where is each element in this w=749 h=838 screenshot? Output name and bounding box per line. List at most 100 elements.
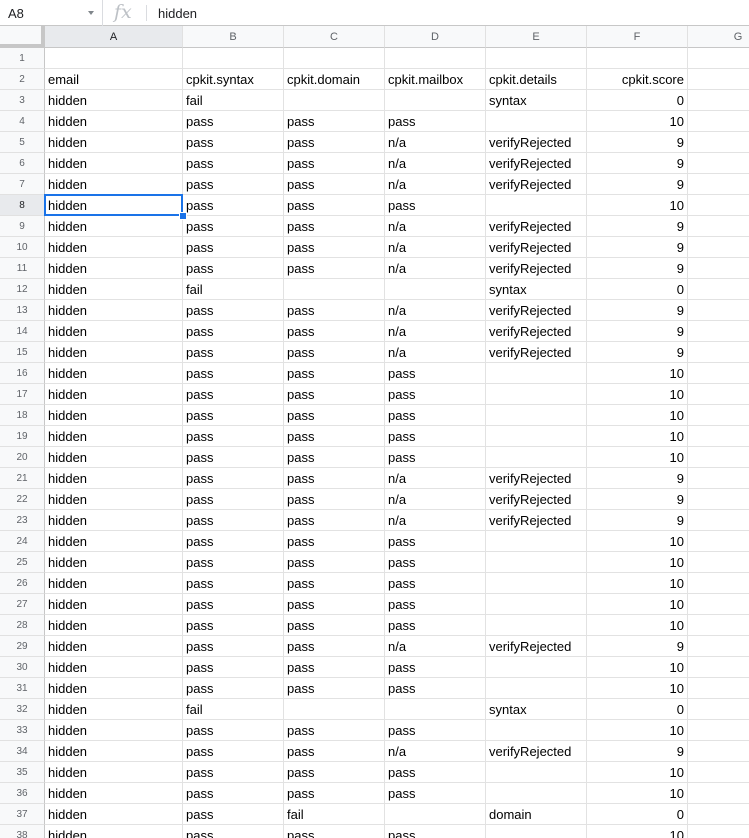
cell-a23[interactable]: hidden — [45, 510, 183, 531]
cell-g33[interactable] — [688, 720, 749, 741]
row-header[interactable]: 10 — [0, 237, 45, 258]
cell-b13[interactable]: pass — [183, 300, 284, 321]
cell-c27[interactable]: pass — [284, 594, 385, 615]
chevron-down-icon[interactable] — [88, 11, 94, 15]
row-header[interactable]: 13 — [0, 300, 45, 321]
row-header[interactable]: 21 — [0, 468, 45, 489]
cell-e35[interactable] — [486, 762, 587, 783]
cell-b6[interactable]: pass — [183, 153, 284, 174]
cell-e20[interactable] — [486, 447, 587, 468]
row-header[interactable]: 19 — [0, 426, 45, 447]
cell-c4[interactable]: pass — [284, 111, 385, 132]
cell-b22[interactable]: pass — [183, 489, 284, 510]
cell-a35[interactable]: hidden — [45, 762, 183, 783]
cell-c5[interactable]: pass — [284, 132, 385, 153]
cell-g12[interactable] — [688, 279, 749, 300]
cell-e28[interactable] — [486, 615, 587, 636]
cell-g36[interactable] — [688, 783, 749, 804]
cell-g30[interactable] — [688, 657, 749, 678]
cell-e1[interactable] — [486, 48, 587, 69]
cell-c13[interactable]: pass — [284, 300, 385, 321]
cell-d9[interactable]: n/a — [385, 216, 486, 237]
cell-e13[interactable]: verifyRejected — [486, 300, 587, 321]
cell-f7[interactable]: 9 — [587, 174, 688, 195]
cell-c25[interactable]: pass — [284, 552, 385, 573]
cell-d30[interactable]: pass — [385, 657, 486, 678]
cell-b3[interactable]: fail — [183, 90, 284, 111]
cell-b16[interactable]: pass — [183, 363, 284, 384]
cell-g18[interactable] — [688, 405, 749, 426]
column-header-e[interactable]: E — [486, 26, 587, 48]
cell-d18[interactable]: pass — [385, 405, 486, 426]
cell-f26[interactable]: 10 — [587, 573, 688, 594]
select-all-corner[interactable] — [0, 26, 45, 48]
cell-e17[interactable] — [486, 384, 587, 405]
cell-d23[interactable]: n/a — [385, 510, 486, 531]
cell-g31[interactable] — [688, 678, 749, 699]
cell-f38[interactable]: 10 — [587, 825, 688, 838]
cell-d2[interactable]: cpkit.mailbox — [385, 69, 486, 90]
cell-b23[interactable]: pass — [183, 510, 284, 531]
cell-g17[interactable] — [688, 384, 749, 405]
cell-a11[interactable]: hidden — [45, 258, 183, 279]
formula-input[interactable]: hidden — [158, 6, 197, 21]
cell-d28[interactable]: pass — [385, 615, 486, 636]
cell-c15[interactable]: pass — [284, 342, 385, 363]
column-header-f[interactable]: F — [587, 26, 688, 48]
cell-d25[interactable]: pass — [385, 552, 486, 573]
cell-g5[interactable] — [688, 132, 749, 153]
cell-g24[interactable] — [688, 531, 749, 552]
cell-d11[interactable]: n/a — [385, 258, 486, 279]
cell-b38[interactable]: pass — [183, 825, 284, 838]
cell-f17[interactable]: 10 — [587, 384, 688, 405]
row-header[interactable]: 38 — [0, 825, 45, 838]
column-header-a[interactable]: A — [45, 26, 183, 48]
cell-a29[interactable]: hidden — [45, 636, 183, 657]
row-header[interactable]: 27 — [0, 594, 45, 615]
cell-c10[interactable]: pass — [284, 237, 385, 258]
cell-a31[interactable]: hidden — [45, 678, 183, 699]
cell-g2[interactable] — [688, 69, 749, 90]
cell-b21[interactable]: pass — [183, 468, 284, 489]
cell-g4[interactable] — [688, 111, 749, 132]
cell-f30[interactable]: 10 — [587, 657, 688, 678]
cell-b7[interactable]: pass — [183, 174, 284, 195]
cell-e3[interactable]: syntax — [486, 90, 587, 111]
cell-a21[interactable]: hidden — [45, 468, 183, 489]
cell-a38[interactable]: hidden — [45, 825, 183, 838]
row-header[interactable]: 22 — [0, 489, 45, 510]
cell-a20[interactable]: hidden — [45, 447, 183, 468]
cell-c12[interactable] — [284, 279, 385, 300]
cell-e34[interactable]: verifyRejected — [486, 741, 587, 762]
cell-d35[interactable]: pass — [385, 762, 486, 783]
cell-b5[interactable]: pass — [183, 132, 284, 153]
cell-a16[interactable]: hidden — [45, 363, 183, 384]
cell-b8[interactable]: pass — [183, 195, 284, 216]
cell-g25[interactable] — [688, 552, 749, 573]
cell-d27[interactable]: pass — [385, 594, 486, 615]
cell-g15[interactable] — [688, 342, 749, 363]
cell-a7[interactable]: hidden — [45, 174, 183, 195]
cell-c1[interactable] — [284, 48, 385, 69]
cell-a34[interactable]: hidden — [45, 741, 183, 762]
cell-b14[interactable]: pass — [183, 321, 284, 342]
cell-d1[interactable] — [385, 48, 486, 69]
row-header[interactable]: 3 — [0, 90, 45, 111]
cell-c35[interactable]: pass — [284, 762, 385, 783]
cell-e32[interactable]: syntax — [486, 699, 587, 720]
cell-b28[interactable]: pass — [183, 615, 284, 636]
cell-d32[interactable] — [385, 699, 486, 720]
cell-c11[interactable]: pass — [284, 258, 385, 279]
cell-f15[interactable]: 9 — [587, 342, 688, 363]
cell-f6[interactable]: 9 — [587, 153, 688, 174]
cell-f34[interactable]: 9 — [587, 741, 688, 762]
cell-b36[interactable]: pass — [183, 783, 284, 804]
cell-c26[interactable]: pass — [284, 573, 385, 594]
cell-d8[interactable]: pass — [385, 195, 486, 216]
cell-a17[interactable]: hidden — [45, 384, 183, 405]
cell-f8[interactable]: 10 — [587, 195, 688, 216]
cell-b20[interactable]: pass — [183, 447, 284, 468]
cell-f16[interactable]: 10 — [587, 363, 688, 384]
cell-d7[interactable]: n/a — [385, 174, 486, 195]
row-header[interactable]: 34 — [0, 741, 45, 762]
